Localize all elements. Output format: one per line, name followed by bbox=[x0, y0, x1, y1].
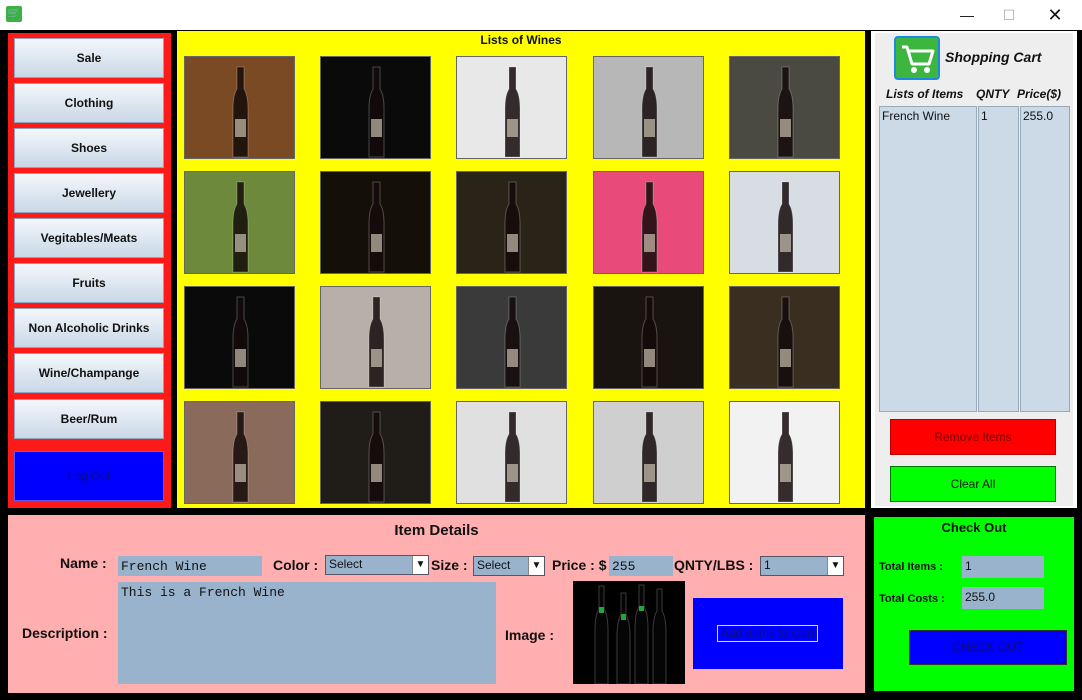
wine-tile[interactable] bbox=[593, 56, 704, 159]
total-costs-field[interactable]: 255.0 bbox=[962, 587, 1044, 609]
cart-col-qnty-header: QNTY bbox=[976, 87, 1010, 101]
app-cart-icon: 🛒 bbox=[6, 6, 22, 22]
image-label: Image : bbox=[505, 627, 555, 643]
category-button-vegitables-meats[interactable]: Vegitables/Meats bbox=[14, 218, 164, 258]
price-field[interactable]: 255 bbox=[609, 556, 673, 576]
color-label: Color : bbox=[273, 557, 319, 573]
wine-tile[interactable] bbox=[320, 286, 431, 389]
wine-tile[interactable] bbox=[593, 286, 704, 389]
cart-item-qnty[interactable]: 1 bbox=[981, 109, 988, 123]
chevron-down-icon[interactable]: ▼ bbox=[412, 556, 428, 574]
color-select-value: Select bbox=[329, 557, 363, 571]
category-button-sale[interactable]: Sale bbox=[14, 38, 164, 78]
item-details-title: Item Details bbox=[394, 522, 479, 539]
category-button-beer-rum[interactable]: Beer/Rum bbox=[14, 399, 164, 439]
wine-tile[interactable] bbox=[456, 286, 567, 389]
close-button[interactable]: ✕ bbox=[1032, 0, 1078, 30]
size-select[interactable]: Select ▼ bbox=[473, 556, 545, 576]
wine-tile[interactable] bbox=[184, 286, 295, 389]
price-label: Price : $ bbox=[552, 557, 607, 573]
minimize-button[interactable]: — bbox=[944, 0, 990, 30]
qnty-label: QNTY/LBS : bbox=[674, 557, 754, 573]
chevron-down-icon[interactable]: ▼ bbox=[528, 557, 544, 575]
logout-button[interactable]: Log Out bbox=[14, 451, 164, 501]
total-costs-label: Total Costs : bbox=[879, 593, 945, 605]
title-bar: 🛒 — ☐ ✕ bbox=[0, 0, 1082, 30]
category-button-wine-champange[interactable]: Wine/Champange bbox=[14, 353, 164, 393]
category-button-non-alcoholic-drinks[interactable]: Non Alcoholic Drinks bbox=[14, 308, 164, 348]
cart-price-list[interactable]: 255.0 bbox=[1020, 106, 1070, 412]
name-field[interactable]: French Wine bbox=[118, 556, 262, 576]
category-button-clothing[interactable]: Clothing bbox=[14, 83, 164, 123]
item-details-panel: Item Details Name : French Wine Color : … bbox=[8, 515, 865, 693]
checkout-panel: Check Out Total Items : 1 Total Costs : … bbox=[874, 517, 1074, 691]
category-button-jewellery[interactable]: Jewellery bbox=[14, 173, 164, 213]
wine-tile[interactable] bbox=[184, 171, 295, 274]
wines-title: Lists of Wines bbox=[480, 33, 562, 47]
wine-tile[interactable] bbox=[729, 401, 840, 504]
total-items-label: Total Items : bbox=[879, 561, 943, 573]
size-label: Size : bbox=[431, 557, 468, 573]
item-image-preview bbox=[573, 581, 685, 684]
category-button-fruits[interactable]: Fruits bbox=[14, 263, 164, 303]
cart-items-list[interactable]: French Wine bbox=[879, 106, 977, 412]
checkout-button[interactable]: CHECK OUT bbox=[909, 630, 1067, 665]
chevron-down-icon[interactable]: ▼ bbox=[827, 557, 843, 575]
cart-col-items-header: Lists of Items bbox=[886, 87, 964, 101]
wine-tile[interactable] bbox=[456, 56, 567, 159]
clear-all-button[interactable]: Clear All bbox=[890, 466, 1056, 502]
total-items-field[interactable]: 1 bbox=[962, 556, 1044, 578]
maximize-button[interactable]: ☐ bbox=[986, 0, 1032, 30]
cart-item-price[interactable]: 255.0 bbox=[1023, 109, 1053, 123]
cart-title: Shopping Cart bbox=[945, 49, 1042, 65]
wine-tile[interactable] bbox=[184, 401, 295, 504]
category-panel: Sale Clothing Shoes Jewellery Vegitables… bbox=[8, 33, 171, 508]
description-field[interactable]: This is a French Wine bbox=[118, 582, 496, 684]
wine-tile[interactable] bbox=[320, 401, 431, 504]
wine-tile[interactable] bbox=[456, 171, 567, 274]
wine-tile[interactable] bbox=[456, 401, 567, 504]
wine-tile[interactable] bbox=[729, 171, 840, 274]
wine-tile[interactable] bbox=[320, 56, 431, 159]
add-items-to-cart-button[interactable]: Add Items to Cart bbox=[693, 598, 843, 669]
name-label: Name : bbox=[60, 555, 107, 571]
qnty-select[interactable]: 1 ▼ bbox=[760, 556, 844, 576]
wine-tile[interactable] bbox=[729, 56, 840, 159]
wine-tile[interactable] bbox=[184, 56, 295, 159]
cart-col-price-header: Price($) bbox=[1017, 87, 1062, 101]
wine-tile[interactable] bbox=[593, 171, 704, 274]
category-button-shoes[interactable]: Shoes bbox=[14, 128, 164, 168]
add-items-to-cart-label: Add Items to Cart bbox=[717, 625, 818, 642]
shopping-cart-icon bbox=[894, 36, 940, 80]
checkout-title: Check Out bbox=[941, 520, 1007, 535]
remove-items-button[interactable]: Remove Items bbox=[890, 419, 1056, 455]
cart-item-name[interactable]: French Wine bbox=[882, 109, 950, 123]
wines-panel: Lists of Wines bbox=[177, 31, 865, 508]
description-label: Description : bbox=[22, 625, 108, 641]
color-select[interactable]: Select ▼ bbox=[325, 555, 429, 575]
qnty-select-value: 1 bbox=[764, 558, 771, 572]
wine-tile[interactable] bbox=[593, 401, 704, 504]
wine-tile[interactable] bbox=[320, 171, 431, 274]
cart-panel: Shopping Cart Lists of Items QNTY Price(… bbox=[871, 31, 1077, 508]
cart-qnty-list[interactable]: 1 bbox=[978, 106, 1019, 412]
size-select-value: Select bbox=[477, 558, 511, 572]
wine-tile[interactable] bbox=[729, 286, 840, 389]
